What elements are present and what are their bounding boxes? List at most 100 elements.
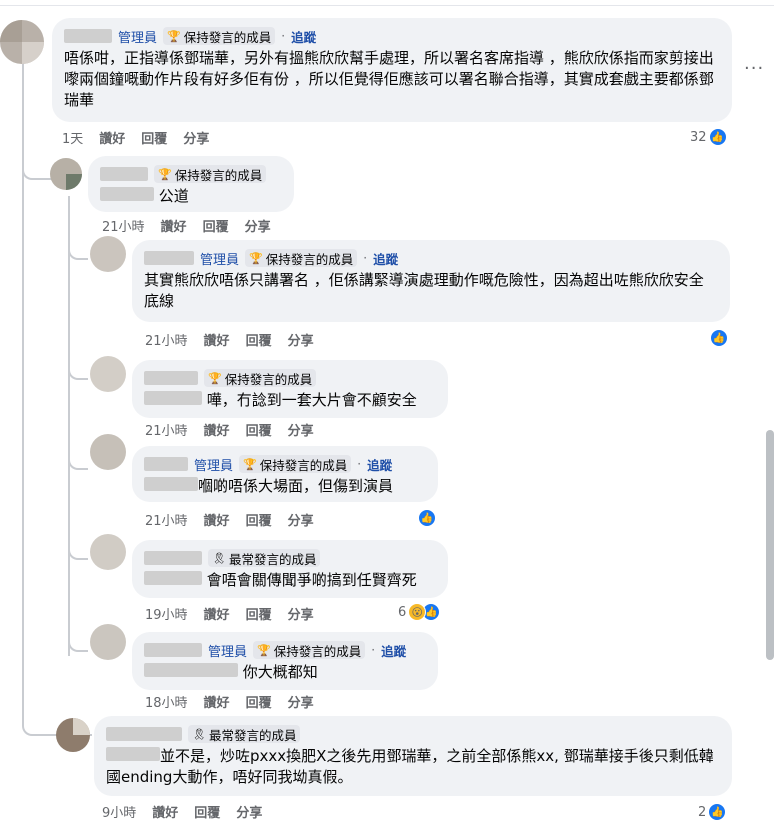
reply-button[interactable]: 回覆 bbox=[194, 802, 220, 821]
comment-text: 唔係咁，正指導係鄧瑞華，另外有搵熊欣欣幫手處理，所以署名客席指導 ，熊欣欣係指而… bbox=[64, 49, 714, 109]
avatar[interactable] bbox=[90, 624, 126, 660]
like-button[interactable]: 讚好 bbox=[204, 330, 230, 349]
share-button[interactable]: 分享 bbox=[288, 330, 314, 349]
reply-button[interactable]: 回覆 bbox=[246, 604, 272, 623]
reply-button[interactable]: 回覆 bbox=[246, 330, 272, 349]
reply-button[interactable]: 回覆 bbox=[246, 420, 272, 439]
trophy-icon: 🏆 bbox=[167, 29, 181, 43]
role-label: 管理員 bbox=[200, 252, 240, 268]
author-name[interactable] bbox=[144, 457, 188, 471]
share-button[interactable]: 分享 bbox=[288, 604, 314, 623]
member-badge: 🎗 最常發言的成員 bbox=[208, 549, 321, 567]
avatar[interactable] bbox=[56, 718, 90, 752]
author-name[interactable] bbox=[144, 251, 194, 265]
follow-link[interactable]: 追蹤 bbox=[291, 27, 316, 46]
avatar[interactable] bbox=[50, 158, 82, 190]
share-button[interactable]: 分享 bbox=[288, 510, 314, 529]
reaction-count[interactable]: 6 😮 👍 bbox=[398, 602, 441, 622]
ribbon-icon: 🎗 bbox=[212, 551, 226, 565]
timestamp[interactable]: 21小時 bbox=[145, 330, 188, 349]
author-name[interactable] bbox=[144, 371, 198, 385]
reply-button[interactable]: 回覆 bbox=[203, 216, 229, 235]
avatar[interactable] bbox=[90, 434, 126, 470]
comment-bubble: 🎗 最常發言的成員 並不是，炒咗pxxx換肥X之後先用鄧瑞華，之前全部係熊xx, … bbox=[94, 716, 732, 796]
comment-text: 你大概都知 bbox=[144, 662, 426, 683]
avatar[interactable] bbox=[0, 20, 44, 64]
scrollbar-track bbox=[764, 0, 774, 835]
member-badge: 🎗 最常發言的成員 bbox=[188, 725, 301, 743]
like-button[interactable]: 讚好 bbox=[204, 510, 230, 529]
comment-text: 嗰啲唔係大場面，但傷到演員 bbox=[144, 476, 426, 497]
like-button[interactable]: 讚好 bbox=[204, 692, 230, 711]
thread-connector bbox=[22, 150, 52, 180]
reply-button[interactable]: 回覆 bbox=[246, 692, 272, 711]
comment-actions: 19小時 讚好 回覆 分享 bbox=[145, 604, 314, 623]
comment-text: 其實熊欣欣唔係只講署名 ，佢係講緊導演處理動作嘅危險性，因為超出咗熊欣欣安全底線 bbox=[144, 271, 704, 310]
trophy-icon: 🏆 bbox=[249, 251, 263, 265]
top-divider bbox=[0, 0, 774, 6]
comment-actions: 21小時 讚好 回覆 分享 bbox=[145, 420, 314, 439]
comment-bubble: 🏆 保持發言的成員 嘩，冇諗到一套大片會不顧安全 bbox=[132, 360, 448, 418]
like-button[interactable]: 讚好 bbox=[161, 216, 187, 235]
like-icon: 👍 bbox=[708, 803, 727, 821]
avatar[interactable] bbox=[90, 534, 126, 570]
more-options-icon[interactable]: ··· bbox=[744, 58, 764, 79]
thread-connector bbox=[68, 622, 88, 652]
share-button[interactable]: 分享 bbox=[245, 216, 271, 235]
reaction-count[interactable]: 2 👍 bbox=[698, 802, 727, 822]
comment-bubble: 管理員 🏆 保持發言的成員 · 追蹤 唔係咁，正指導係鄧瑞華，另外有搵熊欣欣幫手處… bbox=[52, 18, 732, 122]
thread-connector bbox=[68, 230, 88, 260]
like-button[interactable]: 讚好 bbox=[204, 420, 230, 439]
like-button[interactable]: 讚好 bbox=[204, 604, 230, 623]
avatar[interactable] bbox=[90, 356, 126, 392]
member-badge: 🏆 保持發言的成員 bbox=[253, 641, 366, 659]
thread-connector bbox=[68, 350, 88, 380]
timestamp[interactable]: 1天 bbox=[62, 128, 83, 147]
reply-button[interactable]: 回覆 bbox=[246, 510, 272, 529]
comment-bubble: 🏆 保持發言的成員 公道 bbox=[88, 156, 294, 212]
timestamp[interactable]: 19小時 bbox=[145, 604, 188, 623]
timestamp[interactable]: 21小時 bbox=[145, 420, 188, 439]
like-icon: 👍 bbox=[708, 128, 727, 146]
comment-bubble: 管理員 🏆 保持發言的成員 · 追蹤 嗰啲唔係大場面，但傷到演員 bbox=[132, 446, 438, 502]
comment-actions: 21小時 讚好 回覆 分享 bbox=[145, 510, 314, 529]
reaction-count[interactable]: 👍 bbox=[710, 328, 728, 348]
comment-actions: 9小時 讚好 回覆 分享 bbox=[102, 802, 262, 821]
role-label: 管理員 bbox=[194, 458, 234, 474]
timestamp[interactable]: 9小時 bbox=[102, 802, 136, 821]
comment-text: 公道 bbox=[100, 186, 282, 207]
share-button[interactable]: 分享 bbox=[288, 420, 314, 439]
member-badge: 🏆 保持發言的成員 bbox=[239, 455, 352, 473]
timestamp[interactable]: 21小時 bbox=[102, 216, 145, 235]
role-label: 管理員 bbox=[118, 30, 158, 46]
author-name[interactable] bbox=[64, 29, 112, 43]
follow-link[interactable]: 追蹤 bbox=[373, 249, 398, 268]
like-button[interactable]: 讚好 bbox=[152, 802, 178, 821]
follow-link[interactable]: 追蹤 bbox=[367, 455, 392, 474]
share-button[interactable]: 分享 bbox=[183, 128, 209, 147]
member-badge: 🏆 保持發言的成員 bbox=[154, 165, 267, 183]
reply-button[interactable]: 回覆 bbox=[141, 128, 167, 147]
trophy-icon: 🏆 bbox=[257, 643, 271, 657]
thread-connector bbox=[68, 530, 88, 560]
ribbon-icon: 🎗 bbox=[192, 727, 206, 741]
author-name[interactable] bbox=[106, 727, 182, 741]
comment-text: 並不是，炒咗pxxx換肥X之後先用鄧瑞華，之前全部係熊xx, 鄧瑞華接手後只剩低… bbox=[106, 747, 714, 786]
reaction-count[interactable]: 👍 bbox=[418, 508, 436, 528]
like-button[interactable]: 讚好 bbox=[99, 128, 125, 147]
scrollbar-thumb[interactable] bbox=[766, 430, 774, 660]
timestamp[interactable]: 18小時 bbox=[145, 692, 188, 711]
trophy-icon: 🏆 bbox=[158, 167, 172, 181]
comment-text: 會唔會關傳聞爭啲搞到任賢齊死 bbox=[144, 570, 436, 591]
author-name[interactable] bbox=[100, 167, 148, 181]
follow-link[interactable]: 追蹤 bbox=[381, 641, 406, 660]
share-button[interactable]: 分享 bbox=[288, 692, 314, 711]
author-name[interactable] bbox=[144, 643, 202, 657]
comment-actions: 21小時 讚好 回覆 分享 bbox=[102, 216, 271, 235]
reaction-count[interactable]: 32 👍 bbox=[690, 127, 727, 147]
author-name[interactable] bbox=[144, 551, 202, 565]
share-button[interactable]: 分享 bbox=[236, 802, 262, 821]
timestamp[interactable]: 21小時 bbox=[145, 510, 188, 529]
avatar[interactable] bbox=[90, 236, 126, 272]
comment-bubble: 管理員 🏆 保持發言的成員 · 追蹤 其實熊欣欣唔係只講署名 ，佢係講緊導演處理動… bbox=[132, 240, 730, 322]
